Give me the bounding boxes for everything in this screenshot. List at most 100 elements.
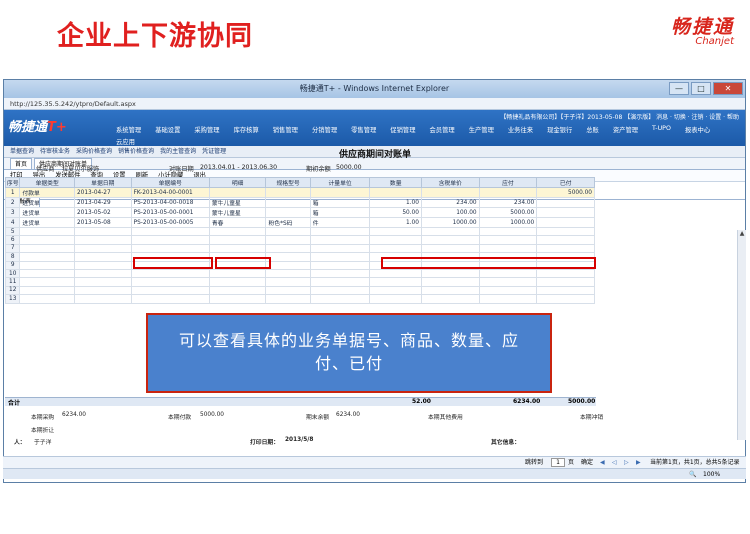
address-bar[interactable]: http://125.35.5.242/ytpro/Default.aspx bbox=[4, 98, 745, 110]
table-cell[interactable]: 青春 bbox=[208, 217, 267, 228]
column-header[interactable]: 数量 bbox=[369, 177, 422, 188]
vertical-scrollbar[interactable]: ▲ bbox=[737, 230, 746, 440]
table-row[interactable]: 13 bbox=[4, 294, 595, 304]
table-cell[interactable]: 5000.00 bbox=[478, 207, 538, 218]
column-header[interactable]: 含税单价 bbox=[420, 177, 480, 188]
menu-item[interactable]: 系统管理 bbox=[116, 125, 141, 134]
table-cell[interactable] bbox=[265, 268, 311, 279]
table-cell[interactable]: 10 bbox=[4, 268, 21, 279]
column-header[interactable]: 应付 bbox=[478, 177, 538, 188]
table-cell[interactable] bbox=[369, 243, 422, 254]
table-cell[interactable] bbox=[265, 207, 311, 218]
table-cell[interactable] bbox=[478, 285, 538, 296]
table-cell[interactable]: 7 bbox=[4, 243, 21, 254]
table-cell[interactable]: 件 bbox=[309, 217, 371, 228]
close-button[interactable]: ✕ bbox=[713, 82, 743, 95]
table-cell[interactable]: 进货单 bbox=[19, 197, 75, 208]
table-cell[interactable] bbox=[208, 294, 267, 304]
table-cell[interactable] bbox=[369, 277, 422, 287]
table-row[interactable]: 11 bbox=[4, 277, 595, 287]
table-row[interactable]: 1 付款单 2013-04-27 FK-2013-04-00-0001 5000.00 bbox=[4, 187, 595, 198]
menu-item[interactable]: 促销管理 bbox=[390, 125, 415, 134]
table-cell[interactable] bbox=[73, 277, 132, 287]
table-cell[interactable]: 1000.00 bbox=[478, 217, 538, 228]
zoom-level[interactable]: 100% bbox=[703, 469, 720, 480]
table-cell[interactable] bbox=[208, 268, 267, 279]
menu-item[interactable]: 库存核算 bbox=[234, 125, 259, 134]
menu-item[interactable]: 会员管理 bbox=[430, 125, 455, 134]
table-cell[interactable]: 6 bbox=[4, 235, 21, 245]
table-cell[interactable] bbox=[73, 235, 132, 245]
table-cell[interactable] bbox=[309, 294, 371, 304]
table-cell[interactable] bbox=[19, 226, 75, 237]
minimize-button[interactable]: — bbox=[669, 82, 689, 95]
table-cell[interactable] bbox=[536, 285, 595, 296]
table-cell[interactable]: 12 bbox=[4, 285, 21, 296]
table-cell[interactable]: 蒙牛儿童星 bbox=[208, 197, 267, 208]
table-row[interactable]: 5 bbox=[4, 226, 595, 237]
table-cell[interactable]: 进货单 bbox=[19, 217, 75, 228]
table-cell[interactable] bbox=[19, 285, 75, 296]
table-cell[interactable] bbox=[265, 235, 311, 245]
table-cell[interactable] bbox=[369, 226, 422, 237]
menu-item[interactable]: 销售管理 bbox=[273, 125, 298, 134]
menu-item[interactable]: T-UPO bbox=[652, 125, 671, 134]
table-cell[interactable]: 箱 bbox=[309, 197, 371, 208]
column-header[interactable]: 序号 bbox=[4, 177, 21, 188]
table-cell[interactable] bbox=[478, 294, 538, 304]
table-row[interactable]: 4 进货单 2013-05-08 PS-2013-05-00-0005 青春 粉色*S码件… bbox=[4, 217, 595, 228]
table-cell[interactable] bbox=[309, 260, 371, 270]
table-cell[interactable] bbox=[130, 268, 210, 279]
menu-item[interactable]: 报表中心 bbox=[685, 125, 710, 134]
table-cell[interactable] bbox=[369, 235, 422, 245]
table-cell[interactable]: 8 bbox=[4, 252, 21, 262]
table-cell[interactable] bbox=[73, 252, 132, 262]
table-cell[interactable] bbox=[478, 235, 538, 245]
table-cell[interactable]: 进货单 bbox=[19, 207, 75, 218]
scroll-up-icon[interactable]: ▲ bbox=[738, 230, 746, 237]
table-cell[interactable] bbox=[265, 252, 311, 262]
table-cell[interactable]: 付款单 bbox=[19, 187, 75, 198]
menu-item[interactable]: 资产管理 bbox=[613, 125, 638, 134]
table-cell[interactable] bbox=[19, 268, 75, 279]
menu-item[interactable]: 零售管理 bbox=[351, 125, 376, 134]
table-cell[interactable]: 13 bbox=[4, 294, 21, 304]
table-cell[interactable] bbox=[369, 268, 422, 279]
maximize-button[interactable]: □ bbox=[691, 82, 711, 95]
table-cell[interactable] bbox=[19, 277, 75, 287]
table-cell[interactable]: 5000.00 bbox=[536, 187, 595, 198]
table-cell[interactable] bbox=[420, 243, 480, 254]
table-cell[interactable] bbox=[420, 268, 480, 279]
table-row[interactable]: 6 bbox=[4, 235, 595, 245]
table-cell[interactable] bbox=[19, 252, 75, 262]
table-cell[interactable]: 3 bbox=[4, 207, 21, 218]
table-cell[interactable] bbox=[309, 277, 371, 287]
table-row[interactable]: 10 bbox=[4, 268, 595, 279]
table-cell[interactable]: 2013-04-29 bbox=[73, 197, 132, 208]
column-header[interactable]: 规格型号 bbox=[265, 177, 311, 188]
table-cell[interactable] bbox=[130, 294, 210, 304]
table-cell[interactable] bbox=[309, 268, 371, 279]
table-cell[interactable] bbox=[265, 294, 311, 304]
table-cell[interactable] bbox=[130, 285, 210, 296]
table-cell[interactable] bbox=[208, 243, 267, 254]
table-cell[interactable] bbox=[309, 226, 371, 237]
table-cell[interactable] bbox=[265, 243, 311, 254]
table-cell[interactable] bbox=[420, 235, 480, 245]
table-cell[interactable] bbox=[19, 243, 75, 254]
table-cell[interactable]: 234.00 bbox=[478, 197, 538, 208]
zoom-icon[interactable]: 🔍 bbox=[689, 469, 696, 480]
table-cell[interactable] bbox=[309, 243, 371, 254]
table-cell[interactable] bbox=[208, 187, 267, 198]
column-header[interactable]: 已付 bbox=[536, 177, 595, 188]
table-cell[interactable] bbox=[73, 243, 132, 254]
table-cell[interactable] bbox=[19, 235, 75, 245]
table-cell[interactable]: 箱 bbox=[309, 207, 371, 218]
table-cell[interactable] bbox=[420, 285, 480, 296]
column-header[interactable]: 明细 bbox=[208, 177, 267, 188]
table-cell[interactable] bbox=[369, 285, 422, 296]
table-cell[interactable] bbox=[73, 226, 132, 237]
table-cell[interactable]: 100.00 bbox=[420, 207, 480, 218]
table-cell[interactable]: 1.00 bbox=[369, 217, 422, 228]
table-cell[interactable]: PS-2013-05-00-0001 bbox=[130, 207, 210, 218]
